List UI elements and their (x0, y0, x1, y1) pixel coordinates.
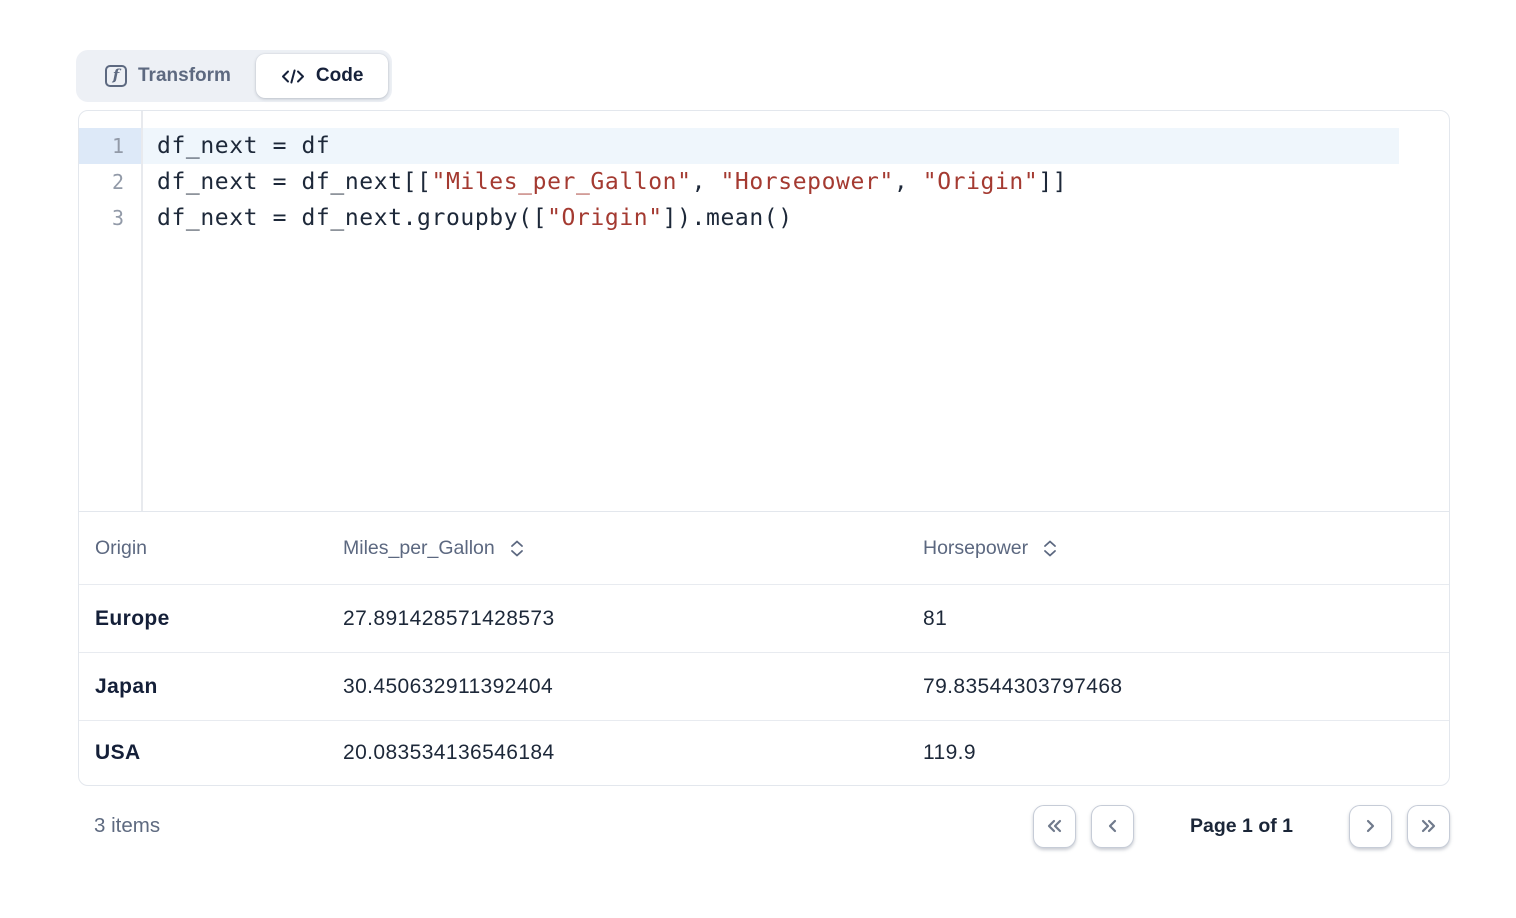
double-chevron-right-icon (1417, 815, 1440, 837)
tab-transform-label: Transform (138, 65, 231, 87)
cell-horsepower: 81 (907, 607, 1449, 631)
cell-origin: Europe (79, 607, 327, 631)
double-chevron-left-icon (1043, 815, 1066, 837)
cell-origin: USA (79, 741, 327, 765)
pagination: Page 1 of 1 (1033, 805, 1450, 848)
items-count: 3 items (78, 814, 160, 838)
line-number: 2 (79, 164, 141, 200)
cell-horsepower: 119.9 (907, 741, 1449, 765)
line-number: 1 (79, 128, 141, 164)
view-mode-tabbar: f Transform Code (76, 50, 392, 102)
result-table: Origin Miles_per_Gallon Horsepower (79, 512, 1449, 785)
cell-horsepower: 79.83544303797468 (907, 675, 1449, 699)
previous-page-button[interactable] (1091, 805, 1134, 848)
column-header-miles-per-gallon: Miles_per_Gallon (327, 537, 907, 560)
tab-transform[interactable]: f Transform (80, 54, 256, 98)
first-page-button[interactable] (1033, 805, 1076, 848)
page-indicator: Page 1 of 1 (1190, 815, 1293, 838)
cell-miles-per-gallon: 30.450632911392404 (327, 675, 907, 699)
chevron-up-down-icon (509, 539, 525, 558)
tab-code[interactable]: Code (256, 54, 389, 98)
sort-button-miles-per-gallon[interactable] (509, 539, 525, 558)
last-page-button[interactable] (1407, 805, 1450, 848)
table-header-row: Origin Miles_per_Gallon Horsepower (79, 512, 1449, 584)
chevron-left-icon (1101, 815, 1124, 837)
sort-button-horsepower[interactable] (1042, 539, 1058, 558)
cell-miles-per-gallon: 20.083534136546184 (327, 741, 907, 765)
code-line: 1 df_next = df (79, 128, 1449, 164)
code-line: 3 df_next = df_next.groupby(["Origin"]).… (79, 200, 1449, 236)
column-header-horsepower: Horsepower (907, 537, 1449, 560)
table-row: Europe 27.891428571428573 81 (79, 584, 1449, 652)
cell-origin: Japan (79, 675, 327, 699)
code-line-text: df_next = df_next[["Miles_per_Gallon", "… (141, 164, 1399, 200)
line-number: 3 (79, 200, 141, 236)
code-line-text: df_next = df_next.groupby(["Origin"]).me… (141, 200, 1399, 236)
cell-miles-per-gallon: 27.891428571428573 (327, 607, 907, 631)
table-row: Japan 30.450632911392404 79.835443037974… (79, 652, 1449, 720)
next-page-button[interactable] (1349, 805, 1392, 848)
transform-panel: 1 df_next = df 2 df_next = df_next[["Mil… (78, 110, 1450, 786)
code-line-text: df_next = df (141, 128, 1399, 164)
chevron-up-down-icon (1042, 539, 1058, 558)
chevron-right-icon (1359, 815, 1382, 837)
column-header-origin: Origin (79, 537, 327, 560)
table-row: USA 20.083534136546184 119.9 (79, 720, 1449, 785)
code-brackets-icon (281, 68, 305, 85)
code-line: 2 df_next = df_next[["Miles_per_Gallon",… (79, 164, 1449, 200)
code-editor[interactable]: 1 df_next = df 2 df_next = df_next[["Mil… (79, 111, 1449, 512)
function-icon: f (105, 65, 127, 87)
table-footer: 3 items Page 1 of 1 (78, 800, 1450, 852)
tab-code-label: Code (316, 65, 364, 87)
